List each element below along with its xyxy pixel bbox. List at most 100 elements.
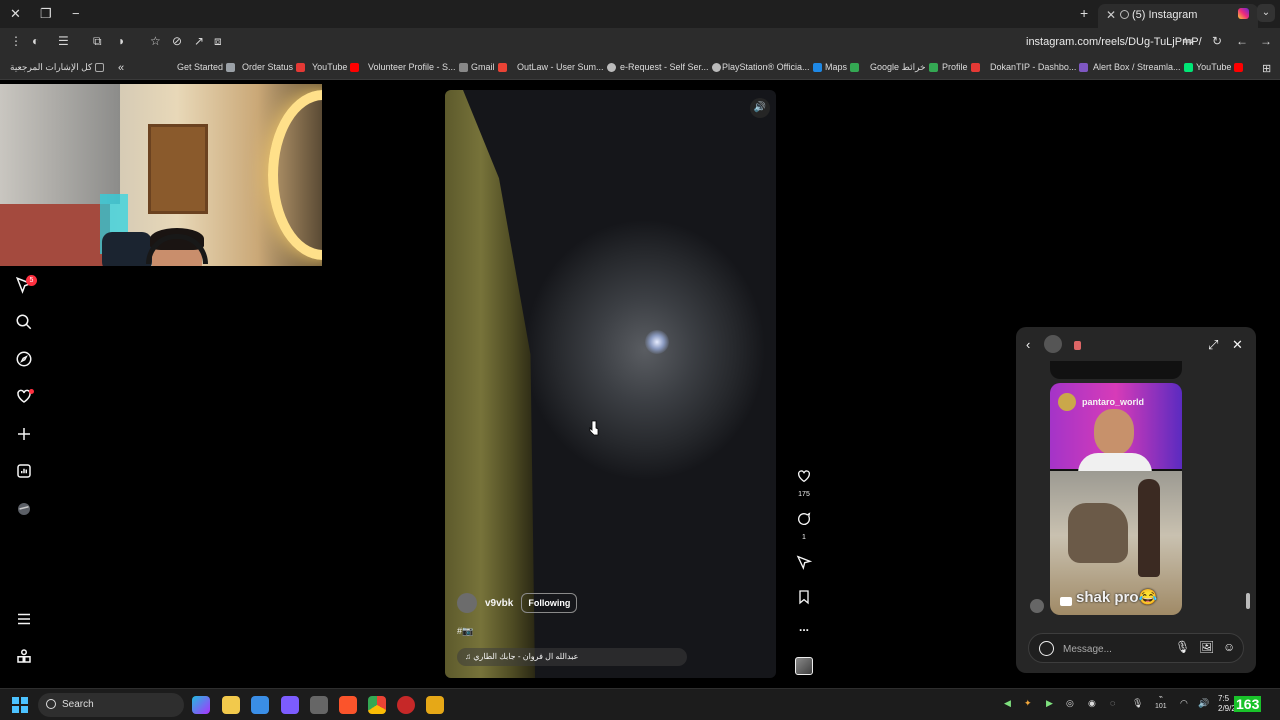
minimize-window-icon[interactable]: − [72,6,80,21]
screenshot-icon[interactable]: ⧈ [214,34,222,49]
like-button[interactable]: 175 [794,468,814,498]
wifi-icon[interactable]: ◠ [1180,698,1188,709]
app-icon[interactable] [426,696,444,714]
reload-icon[interactable]: ↻ [1212,34,1222,48]
reel-video[interactable] [445,90,776,678]
bookmark-item[interactable]: e-Request - Self Ser... [620,62,721,72]
tray-app-icon[interactable]: ▶ [1046,698,1053,709]
brave-icon[interactable] [339,696,357,714]
tray-app-icon[interactable]: ◌ [1110,698,1115,708]
bookmark-item[interactable]: Alert Box / Streamla... [1093,62,1193,72]
reel-username[interactable]: v9vbk [485,598,513,609]
chrome-icon[interactable] [368,696,386,714]
more-icon[interactable] [15,647,33,665]
bookmark-item[interactable]: PlayStation® Officia... [722,62,822,72]
comment-button[interactable]: 1 [794,511,814,541]
tray-app-icon[interactable]: ◉ [1088,698,1096,709]
copilot-icon[interactable] [192,696,210,714]
more-options-button[interactable]: ... [794,620,814,634]
create-icon[interactable] [15,425,33,443]
bookmarks-bar: كل الإشارات المرجعية « Get Started Order… [0,56,1280,80]
bookmark-icon [799,590,809,605]
avatar[interactable] [1044,335,1062,353]
bookmark-item[interactable]: Profile [942,62,980,72]
audio-thumbnail[interactable] [795,657,813,675]
microphone-icon[interactable]: 🎙 [1132,698,1143,709]
like-count: 175 [798,491,810,498]
file-explorer-icon[interactable] [222,696,240,714]
close-window-icon[interactable]: ✕ [10,6,21,22]
ring-light [268,90,322,260]
close-icon[interactable]: ✕ [1232,337,1243,353]
chevron-double-left-icon[interactable]: « [118,62,124,74]
tab-search-button[interactable]: ⌄ [1257,4,1275,22]
bookmark-item[interactable]: Gmail [471,62,507,72]
bookmark-item[interactable]: Get Started [177,62,236,72]
hide-icon[interactable]: ⊘ [172,34,182,48]
tray-app-icon[interactable]: ◀ [1004,698,1011,709]
restore-window-icon[interactable]: ❐ [40,6,52,22]
menu-icon[interactable] [15,610,33,628]
message-input[interactable] [1063,640,1153,658]
expand-icon[interactable]: ⤢ [1208,337,1218,353]
windows-taskbar: Search ◀ ✦ ▶ ◎ ◉ ◌ 🎙 ⌁101 ◠ 🔊 7:5 2/9/20… [0,688,1280,720]
taskbar-search[interactable]: Search [38,693,184,717]
bookmark-item[interactable]: Order Status [242,62,306,72]
tray-app-icon[interactable]: ✦ [1024,698,1032,709]
shared-reel[interactable]: pantaro_world shak pro😂 [1050,383,1182,615]
bookmark-star-icon[interactable]: ☆ [150,34,161,48]
shared-username[interactable]: pantaro_world [1082,397,1144,407]
save-button[interactable] [794,589,814,610]
image-icon[interactable]: 🖼 [1199,640,1214,654]
browser-menu-icon[interactable]: ⋮ [10,34,22,48]
scrollbar-thumb[interactable] [1246,593,1250,609]
app-icon[interactable] [397,696,415,714]
dashboard-icon[interactable] [15,462,33,480]
bookmark-favicon-icon [458,62,468,72]
bookmark-all[interactable]: كل الإشارات المرجعية [10,62,105,73]
apps-grid-icon[interactable]: ⊞ [1262,62,1271,75]
profile-avatar[interactable] [15,500,33,518]
bookmark-item[interactable]: Volunteer Profile - S... [368,62,468,72]
avatar[interactable] [457,593,477,613]
store-icon[interactable] [251,696,269,714]
profile-icon[interactable]: ◐ [32,34,39,48]
shared-post-previous[interactable] [1050,361,1182,379]
bookmark-item[interactable]: YouTube [312,62,360,72]
share-icon[interactable]: ↗ [194,34,204,48]
new-tab-button[interactable]: + [1080,5,1088,21]
explore-icon[interactable] [15,350,33,368]
webcam-overlay [0,84,322,266]
tab-instagram[interactable]: ✕ (5) Instagram [1098,4,1258,28]
sticker-icon[interactable]: ☺ [1223,640,1235,654]
reel-caption: #📷 [457,626,474,636]
bookmark-item[interactable]: YouTube [1196,62,1244,72]
app-icon[interactable] [310,696,328,714]
bookmark-item[interactable]: DokanTIP - Dashbo... [990,62,1089,72]
bookmark-item[interactable]: Maps [825,62,860,72]
reel-audio[interactable]: ♫ عبدالله ال فروان - جابك الطاري [457,648,687,666]
back-icon[interactable]: ‹ [1026,337,1030,352]
windows-start-icon[interactable] [12,697,28,713]
bookmark-item[interactable]: OutLaw - User Sum... [517,62,616,72]
site-settings-icon[interactable]: ⇋ [1183,34,1193,48]
forward-icon[interactable]: → [1260,34,1272,48]
share-button[interactable] [794,554,814,575]
back-icon[interactable]: ← [1236,34,1248,48]
address-bar[interactable]: instagram.com/reels/DUg-TuLjPmP/ [1026,36,1202,48]
sound-icon[interactable]: 🔊 [750,98,770,118]
bed [0,204,110,266]
reading-list-icon[interactable]: ☰ [58,34,69,48]
close-tab-icon[interactable]: ✕ [1106,8,1116,22]
volume-icon[interactable]: 🔊 [1198,698,1209,709]
discord-icon[interactable] [281,696,299,714]
emoji-icon[interactable] [1039,641,1054,656]
search-icon[interactable] [15,313,33,331]
chat-scrollbar[interactable] [1246,367,1250,617]
following-button[interactable]: Following [521,593,578,613]
microphone-icon[interactable]: 🎙 [1175,640,1190,654]
bookmark-item[interactable]: Google خرائط [870,62,938,73]
tray-app-icon[interactable]: ◎ [1066,698,1074,709]
extensions-icon[interactable]: ⧉ [93,34,102,49]
read-aloud-icon[interactable]: ◗ [118,34,125,48]
